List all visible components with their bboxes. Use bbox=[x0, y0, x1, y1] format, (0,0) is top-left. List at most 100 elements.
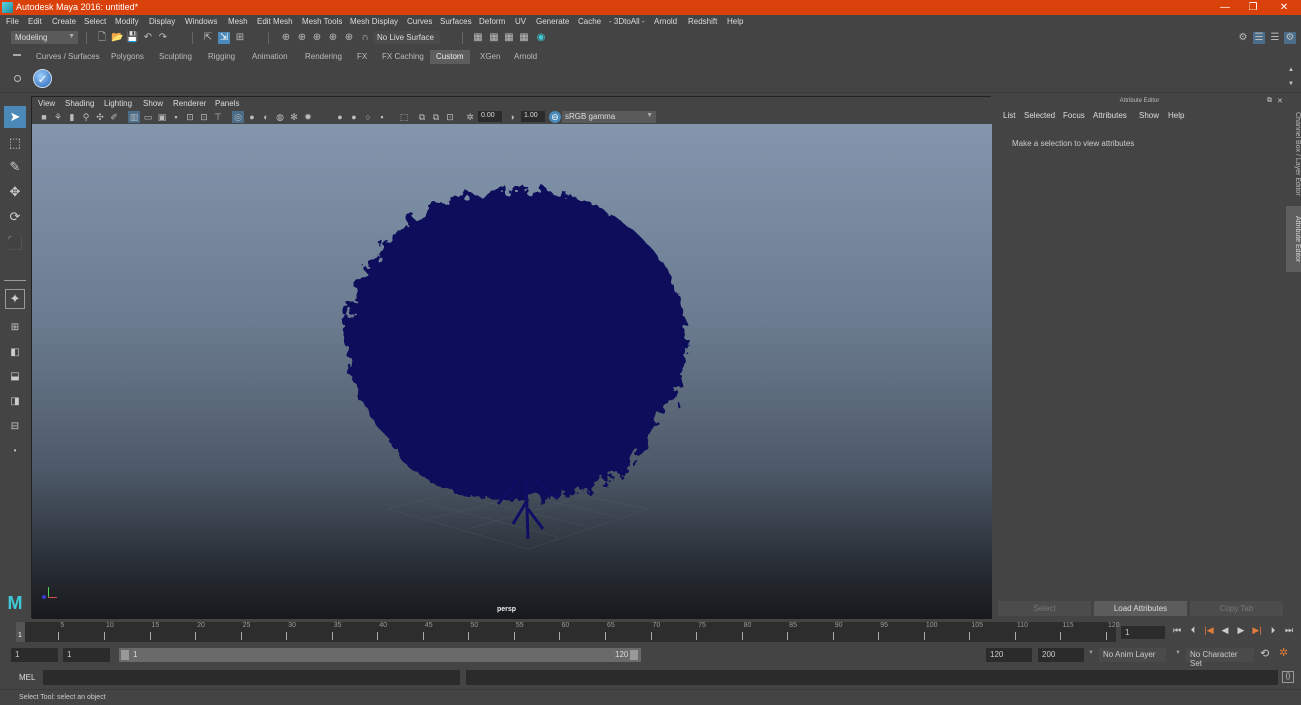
script-language-toggle[interactable]: MEL bbox=[19, 673, 35, 682]
motion-blur-icon[interactable]: ▪ bbox=[376, 111, 388, 123]
menu-mesh-display[interactable]: Mesh Display bbox=[350, 17, 398, 26]
viewport-menu-renderer[interactable]: Renderer bbox=[173, 99, 206, 108]
script-editor-icon[interactable]: {} bbox=[1282, 671, 1294, 683]
rotate-tool-icon[interactable]: ⟳ bbox=[4, 206, 26, 228]
playback-end-field[interactable]: 120 bbox=[986, 648, 1032, 662]
single-perspective-layout-icon[interactable]: ✦ bbox=[5, 289, 25, 309]
save-scene-icon[interactable]: 💾 bbox=[126, 32, 138, 44]
lasso-tool-icon[interactable]: ⬚ bbox=[4, 132, 26, 154]
tab-channel-box[interactable]: Channel Box / Layer Editor bbox=[1286, 104, 1301, 204]
chevron-down-icon[interactable]: ▼ bbox=[1088, 650, 1094, 656]
animation-preferences-icon[interactable]: ✲ bbox=[1279, 646, 1288, 659]
shelf-tab-xgen[interactable]: XGen bbox=[474, 50, 506, 64]
render-settings-icon[interactable]: ▦ bbox=[518, 32, 530, 44]
snap-point-icon[interactable]: ⊕ bbox=[311, 32, 323, 44]
redo-icon[interactable]: ↷ bbox=[157, 32, 169, 44]
2d-pan-zoom-icon[interactable]: ✣ bbox=[94, 111, 106, 123]
field-chart-icon[interactable]: ⊡ bbox=[184, 111, 196, 123]
menu-redshift[interactable]: Redshift bbox=[688, 17, 717, 26]
menu-arnold[interactable]: Arnold bbox=[654, 17, 677, 26]
live-surface-field[interactable]: No Live Surface bbox=[373, 31, 440, 44]
menu-curves[interactable]: Curves bbox=[407, 17, 432, 26]
exposure-icon[interactable]: ✲ bbox=[464, 111, 476, 123]
close-button[interactable]: ✕ bbox=[1269, 0, 1299, 15]
range-start-handle[interactable] bbox=[121, 650, 129, 660]
menu-uv[interactable]: UV bbox=[515, 17, 526, 26]
float-panel-icon[interactable]: ⧉ bbox=[1267, 97, 1272, 105]
ambient-occlusion-icon[interactable]: ○ bbox=[362, 111, 374, 123]
new-scene-icon[interactable]: 🗋 bbox=[96, 32, 108, 44]
viewport-menu-view[interactable]: View bbox=[38, 99, 55, 108]
menu-surfaces[interactable]: Surfaces bbox=[440, 17, 472, 26]
snap-grid-icon[interactable]: ⊕ bbox=[280, 32, 292, 44]
hypershade-layout-icon[interactable]: ⊟ bbox=[4, 416, 26, 438]
gate-mask-icon[interactable]: ▪ bbox=[170, 111, 182, 123]
grease-pencil-icon[interactable]: ✐ bbox=[108, 111, 120, 123]
viewport-menu-shading[interactable]: Shading bbox=[65, 99, 94, 108]
shelf-tab-fx[interactable]: FX bbox=[351, 50, 373, 64]
toolbox-more-icon[interactable]: • bbox=[4, 440, 26, 462]
minimize-button[interactable]: — bbox=[1210, 0, 1240, 15]
render-frame-icon[interactable]: ▦ bbox=[488, 32, 500, 44]
shadows-icon[interactable]: ✹ bbox=[302, 111, 314, 123]
color-management-icon[interactable]: ⊖ bbox=[549, 111, 561, 123]
shelf-tab-rigging[interactable]: Rigging bbox=[202, 50, 241, 64]
animation-end-field[interactable]: 200 bbox=[1038, 648, 1084, 662]
image-plane-icon[interactable]: ⚲ bbox=[80, 111, 92, 123]
isolate-select-icon[interactable]: ⬚ bbox=[398, 111, 410, 123]
step-forward-key-icon[interactable]: ▶| bbox=[1250, 625, 1264, 636]
open-scene-icon[interactable]: 📂 bbox=[111, 32, 123, 44]
camera-icon[interactable]: ■ bbox=[38, 111, 50, 123]
menuset-dropdown[interactable]: Modeling ▼ bbox=[11, 31, 78, 44]
range-end-handle[interactable] bbox=[630, 650, 638, 660]
load-attributes-button[interactable]: Load Attributes bbox=[1094, 601, 1187, 616]
textured-icon[interactable]: ◍ bbox=[274, 111, 286, 123]
menu-deform[interactable]: Deform bbox=[479, 17, 505, 26]
range-slider[interactable]: 1 120 bbox=[119, 648, 641, 662]
restore-button[interactable]: ❐ bbox=[1238, 0, 1268, 15]
snap-view-plane-icon[interactable]: ⊕ bbox=[327, 32, 339, 44]
shelf-tab-custom[interactable]: Custom bbox=[430, 50, 470, 64]
menu-create[interactable]: Create bbox=[52, 17, 76, 26]
shelf-tab-fx-caching[interactable]: FX Caching bbox=[376, 50, 430, 64]
ae-menu-show[interactable]: Show bbox=[1139, 111, 1159, 120]
select-button[interactable]: Select bbox=[998, 601, 1091, 616]
checkmark-shelf-icon[interactable]: ✓ bbox=[33, 69, 52, 88]
select-object-icon[interactable]: ⇲ bbox=[218, 32, 230, 44]
ae-menu-help[interactable]: Help bbox=[1168, 111, 1184, 120]
modeling-toolkit-icon[interactable]: ⚙ bbox=[1237, 32, 1249, 44]
bookmark-icon[interactable]: ▮ bbox=[66, 111, 78, 123]
select-hierarchy-icon[interactable]: ⇱ bbox=[202, 32, 214, 44]
use-all-lights-icon[interactable]: ✻ bbox=[288, 111, 300, 123]
hypershade-icon[interactable]: ◉ bbox=[535, 32, 547, 44]
exposure-field[interactable]: 0.00 bbox=[478, 111, 502, 122]
shelf-tab-arnold[interactable]: Arnold bbox=[508, 50, 543, 64]
screen-space-ao-icon[interactable]: ⊡ bbox=[444, 111, 456, 123]
persp-graph-layout-icon[interactable]: ⬓ bbox=[4, 366, 26, 388]
safe-title-icon[interactable]: ⊤ bbox=[212, 111, 224, 123]
select-component-icon[interactable]: ⊞ bbox=[234, 32, 246, 44]
shelf-menu-icon[interactable] bbox=[13, 54, 21, 56]
ae-menu-selected[interactable]: Selected bbox=[1024, 111, 1055, 120]
four-view-layout-icon[interactable]: ⊞ bbox=[4, 317, 26, 339]
persp-outliner-graph-layout-icon[interactable]: ◨ bbox=[4, 391, 26, 413]
step-back-frame-icon[interactable]: ⏴ bbox=[1186, 625, 1200, 636]
go-to-start-icon[interactable]: ⏮ bbox=[1170, 625, 1184, 636]
menu-mesh[interactable]: Mesh bbox=[228, 17, 248, 26]
menu-mesh-tools[interactable]: Mesh Tools bbox=[302, 17, 342, 26]
persp-outliner-layout-icon[interactable]: ◧ bbox=[4, 342, 26, 364]
animation-start-field[interactable]: 1 bbox=[11, 648, 58, 662]
viewport-menu-lighting[interactable]: Lighting bbox=[104, 99, 132, 108]
snap-curve-icon[interactable]: ⊕ bbox=[296, 32, 308, 44]
step-forward-frame-icon[interactable]: ⏵ bbox=[1266, 625, 1280, 636]
scale-tool-icon[interactable]: ⬛ bbox=[4, 232, 26, 254]
viewport-menu-panels[interactable]: Panels bbox=[215, 99, 239, 108]
playback-start-field[interactable]: 1 bbox=[63, 648, 110, 662]
menu-cache[interactable]: Cache bbox=[578, 17, 601, 26]
tool-settings-icon[interactable]: ☰ bbox=[1269, 32, 1281, 44]
safe-action-icon[interactable]: ⊡ bbox=[198, 111, 210, 123]
copy-tab-button[interactable]: Copy Tab bbox=[1190, 601, 1283, 616]
viewport-menu-show[interactable]: Show bbox=[143, 99, 163, 108]
menu-select[interactable]: Select bbox=[84, 17, 106, 26]
shelf-options-icon[interactable] bbox=[14, 75, 21, 82]
